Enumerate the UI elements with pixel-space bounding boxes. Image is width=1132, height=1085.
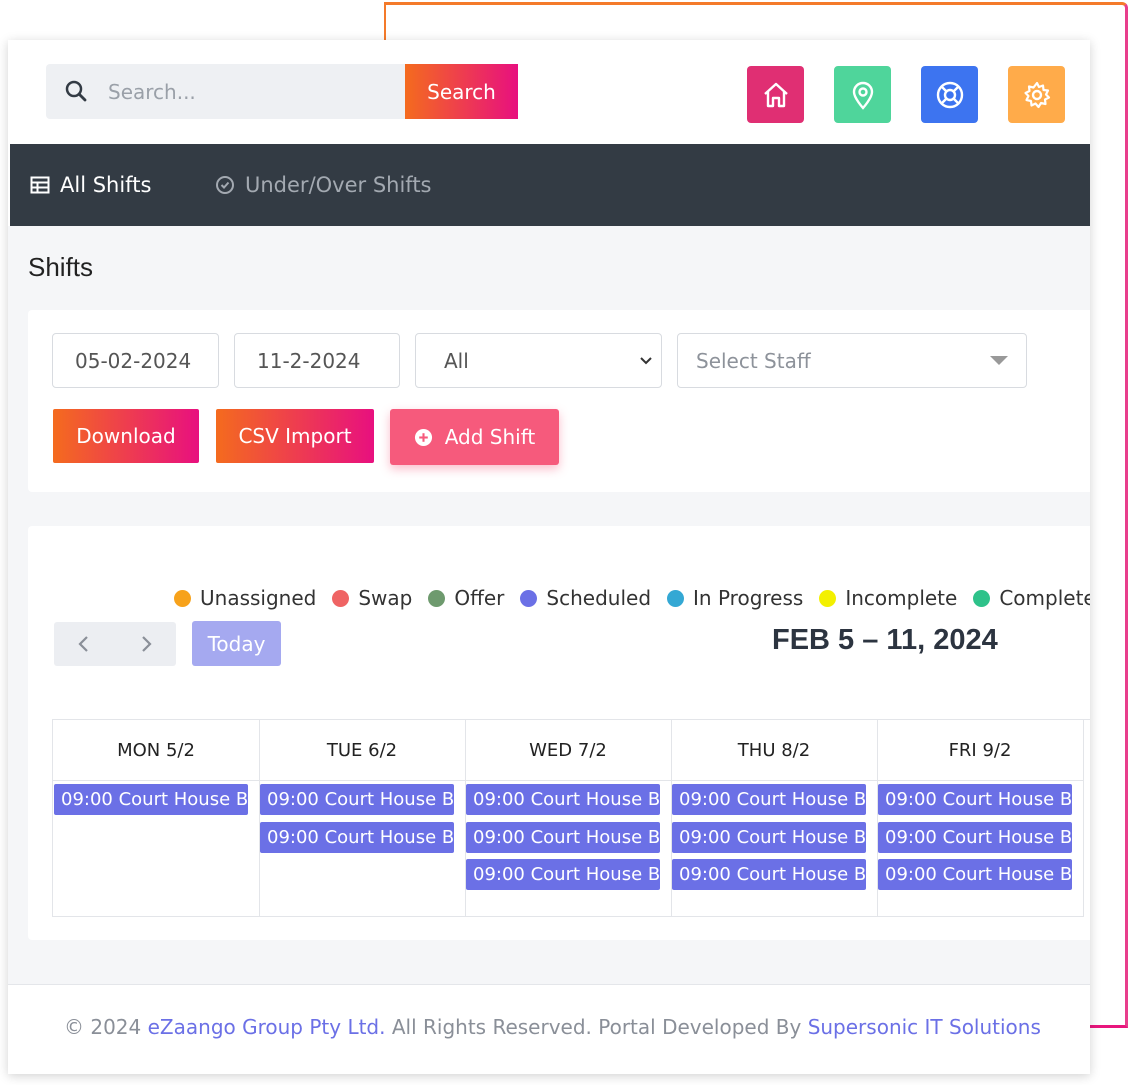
download-button[interactable]: Download [53, 409, 199, 463]
app-window: Search All Shifts Under/Over Shifts Shif… [8, 40, 1090, 1074]
day-column-fri: FRI 9/2 09:00 Court House Building 09:00… [877, 720, 1084, 917]
calendar-card: Unassigned Swap Offer Scheduled In Progr… [28, 526, 1090, 940]
filter-card: 05-02-2024 11-2-2024 All Select Staff Do… [28, 310, 1090, 492]
staff-select[interactable]: Select Staff [677, 333, 1027, 388]
status-legend: Unassigned Swap Offer Scheduled In Progr… [174, 586, 1090, 610]
search-box [46, 64, 406, 119]
day-header: TUE 6/2 [259, 720, 465, 781]
tab-under-over-shifts[interactable]: Under/Over Shifts [215, 144, 432, 226]
developer-link[interactable]: Supersonic IT Solutions [808, 1015, 1041, 1039]
lifebuoy-icon [936, 81, 963, 108]
legend-item-unassigned: Unassigned [174, 586, 316, 610]
day-column-thu: THU 8/2 09:00 Court House Building 09:00… [671, 720, 878, 917]
footer: © 2024 eZaango Group Pty Ltd. All Rights… [8, 984, 1090, 1074]
shift-event[interactable]: 09:00 Court House Building [260, 784, 454, 815]
start-date-value: 05-02-2024 [75, 348, 192, 373]
chevron-down-icon [640, 357, 652, 365]
plus-circle-icon [414, 428, 432, 446]
shift-event[interactable]: 09:00 Court House Building [878, 822, 1072, 853]
home-button[interactable] [747, 66, 804, 123]
tab-all-shifts[interactable]: All Shifts [30, 144, 151, 226]
status-select-value: All [444, 348, 469, 373]
shift-event[interactable]: 09:00 Court House Building [54, 784, 248, 815]
company-link[interactable]: eZaango Group Pty Ltd. [148, 1015, 386, 1039]
footer-text: © 2024 eZaango Group Pty Ltd. All Rights… [64, 1015, 1041, 1039]
caret-down-icon [990, 356, 1008, 365]
prev-week-button[interactable] [74, 634, 94, 654]
location-pin-icon [852, 81, 873, 110]
add-shift-button[interactable]: Add Shift [390, 409, 559, 465]
shift-event[interactable]: 09:00 Court House Building [672, 784, 866, 815]
gear-icon [1023, 81, 1050, 108]
today-button[interactable]: Today [192, 621, 281, 666]
day-column-mon: MON 5/2 09:00 Court House Building [53, 720, 260, 917]
week-grid: MON 5/2 09:00 Court House Building TUE 6… [52, 719, 1090, 917]
shift-event[interactable]: 09:00 Court House Building [878, 859, 1072, 890]
check-circle-icon [216, 176, 234, 194]
csv-import-button[interactable]: CSV Import [216, 409, 374, 463]
page-title: Shifts [28, 252, 94, 282]
settings-button[interactable] [1008, 66, 1065, 123]
search-icon [65, 80, 87, 102]
end-date-field[interactable]: 11-2-2024 [234, 333, 400, 388]
day-header: FRI 9/2 [877, 720, 1083, 781]
legend-item-offer: Offer [428, 586, 504, 610]
legend-item-in-progress: In Progress [667, 586, 803, 610]
add-shift-label: Add Shift [444, 425, 536, 449]
shift-event[interactable]: 09:00 Court House Building [672, 822, 866, 853]
search-button[interactable]: Search [405, 64, 518, 119]
day-column-wed: WED 7/2 09:00 Court House Building 09:00… [465, 720, 672, 917]
week-navigation [54, 622, 176, 666]
week-range-title: FEB 5 – 11, 2024 [772, 624, 998, 656]
shift-event[interactable]: 09:00 Court House Building [260, 822, 454, 853]
shift-event[interactable]: 09:00 Court House Building [466, 822, 660, 853]
end-date-value: 11-2-2024 [257, 348, 361, 373]
location-button[interactable] [834, 66, 891, 123]
tab-under-over-shifts-label: Under/Over Shifts [245, 173, 432, 197]
support-button[interactable] [921, 66, 978, 123]
search-input[interactable] [106, 74, 400, 110]
day-header: MON 5/2 [53, 720, 259, 781]
day-header: WED 7/2 [465, 720, 671, 781]
staff-select-placeholder: Select Staff [696, 348, 811, 373]
day-column-tue: TUE 6/2 09:00 Court House Building 09:00… [259, 720, 466, 917]
start-date-field[interactable]: 05-02-2024 [52, 333, 219, 388]
shift-event[interactable]: 09:00 Court House Building [466, 859, 660, 890]
legend-item-incomplete: Incomplete [819, 586, 957, 610]
legend-item-swap: Swap [332, 586, 412, 610]
legend-item-complete: Complete [973, 586, 1090, 610]
copyright-text: © 2024 [64, 1015, 148, 1039]
shift-event[interactable]: 09:00 Court House Building [672, 859, 866, 890]
table-icon [30, 176, 50, 194]
shift-event[interactable]: 09:00 Court House Building [878, 784, 1072, 815]
tab-bar: All Shifts Under/Over Shifts [10, 144, 1090, 226]
shift-event[interactable]: 09:00 Court House Building [466, 784, 660, 815]
next-week-button[interactable] [136, 634, 156, 654]
status-select[interactable]: All [415, 333, 662, 388]
top-bar: Search [8, 40, 1090, 144]
home-icon [763, 82, 788, 107]
tab-all-shifts-label: All Shifts [60, 173, 152, 197]
day-header: THU 8/2 [671, 720, 877, 781]
legend-item-scheduled: Scheduled [520, 586, 651, 610]
rights-text: All Rights Reserved. Portal Developed By [385, 1015, 808, 1039]
